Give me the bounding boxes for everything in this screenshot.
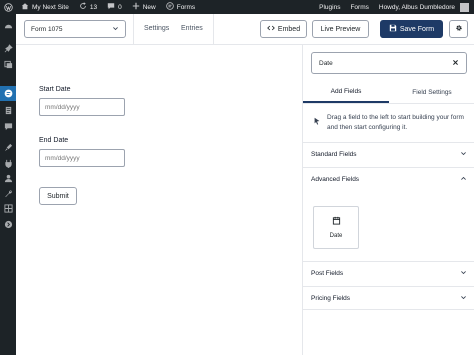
comments-count: 0 [118,3,122,11]
settings-grid-icon[interactable] [3,203,13,213]
chevron-down-icon [460,269,467,278]
field-tile-label: Date [329,233,343,239]
new-label: New [142,3,156,11]
toolbar-divider [133,14,134,44]
forms-label: Forms [176,3,196,11]
end-date-input[interactable] [39,149,125,167]
toolbar-divider [213,14,214,44]
account-link[interactable]: Howdy, Albus Dumbledore [374,0,474,14]
greeting-text: Howdy, Albus Dumbledore [378,3,455,11]
start-date-label: Start Date [39,86,71,93]
save-icon [389,24,397,34]
updates-link[interactable]: 13 [74,0,102,14]
updates-count: 13 [89,3,98,11]
save-form-label: Save Form [399,25,435,33]
admin-sidebar [0,14,16,355]
chevron-down-icon [460,294,467,303]
start-date-input[interactable] [39,98,125,116]
tools-icon[interactable] [3,188,13,198]
forms-menu-icon[interactable] [3,88,13,98]
gravity-forms-icon [165,2,174,12]
comments-link[interactable]: 0 [102,0,127,14]
submit-button[interactable]: Submit [39,187,77,205]
gear-icon [455,24,463,34]
section-post-fields[interactable]: Post Fields [303,261,474,285]
users-icon[interactable] [3,173,13,183]
code-icon [267,24,275,34]
entries-link[interactable]: Entries [181,25,203,32]
cursor-icon [314,117,320,125]
avatar [460,2,469,12]
tab-field-settings[interactable]: Field Settings [389,82,474,103]
chevron-down-icon [112,25,119,34]
save-form-button[interactable]: Save Form [380,20,443,38]
settings-gear-button[interactable] [449,20,468,38]
pin-icon[interactable] [3,43,13,53]
chevron-down-icon [460,150,467,159]
dashboard-icon[interactable] [3,21,13,31]
settings-link[interactable]: Settings [144,25,169,32]
site-name: My Next Site [32,3,69,11]
form-selector-value: Form 1075 [31,25,63,33]
form-canvas: Start Date End Date Submit [16,45,302,355]
new-content-link[interactable]: New [127,0,161,14]
chevron-up-icon [460,175,467,184]
section-pricing-fields[interactable]: Pricing Fields [303,286,474,310]
embed-button[interactable]: Embed [260,20,307,38]
calendar-icon [332,216,341,227]
panel-tabs: Add Fields Field Settings [303,82,474,104]
section-advanced-fields[interactable]: Advanced Fields [303,167,474,191]
end-date-label: End Date [39,137,69,144]
form-selector[interactable]: Form 1075 [24,20,126,38]
section-title: Advanced Fields [311,176,360,183]
section-standard-fields[interactable]: Standard Fields [303,142,474,166]
pages-icon[interactable] [3,105,13,115]
site-name-link[interactable]: My Next Site [16,0,74,14]
field-search-value: Date [319,59,333,67]
forms-right-link[interactable]: Forms [345,0,373,14]
comment-icon [107,2,115,12]
section-title: Standard Fields [311,151,357,158]
field-search-input[interactable]: Date [311,52,467,74]
forms-link[interactable]: Forms [161,0,200,14]
section-title: Post Fields [311,270,344,277]
wordpress-logo-icon[interactable] [0,0,16,14]
plugins-link[interactable]: Plugins [314,0,345,14]
field-tile-date[interactable]: Date [313,206,359,249]
plugins-icon[interactable] [3,158,13,168]
section-title: Pricing Fields [311,294,351,302]
media-icon[interactable] [3,59,13,69]
clear-search-icon[interactable] [452,58,459,68]
updates-icon [79,2,87,12]
tab-add-fields[interactable]: Add Fields [303,82,389,103]
plus-icon [132,2,140,12]
live-preview-button[interactable]: Live Preview [312,20,369,38]
form-editor-toolbar: Form 1075 Settings Entries Embed Live Pr… [16,14,474,45]
collapse-menu-icon[interactable] [3,219,13,229]
drag-hint: Drag a field to the left to start buildi… [313,113,468,132]
appearance-icon[interactable] [3,142,13,152]
admin-bar: My Next Site 13 0 New Forms Plugins Form… [0,0,474,14]
fields-panel: Date Add Fields Field Settings Drag a fi… [302,45,474,355]
embed-label: Embed [277,25,301,33]
home-icon [21,2,29,12]
admin-bar-right: Plugins Forms Howdy, Albus Dumbledore [314,0,474,14]
comments-menu-icon[interactable] [3,121,13,131]
drag-hint-text: Drag a field to the left to start buildi… [327,114,464,131]
